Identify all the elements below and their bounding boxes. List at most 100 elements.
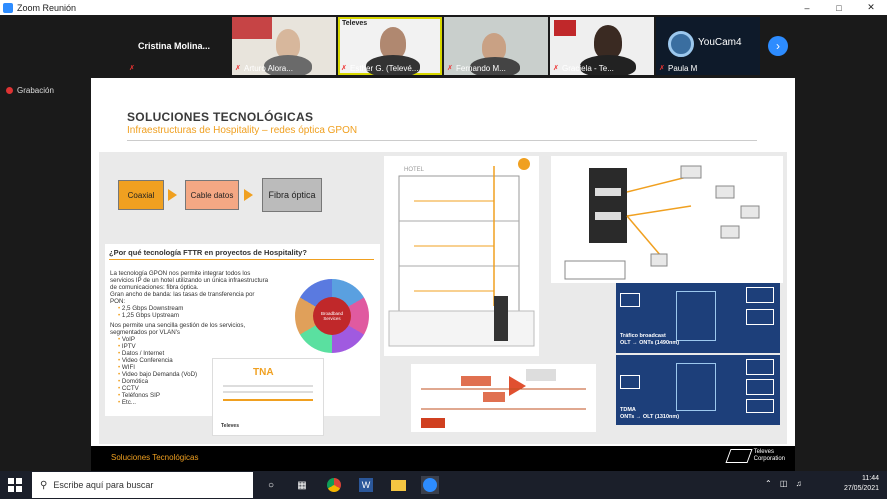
muted-mic-icon: ✗ <box>129 65 135 72</box>
divider <box>109 259 374 260</box>
flow-box-fibra: Fibra óptica <box>262 178 322 212</box>
window-titlebar: Zoom Reunión – □ ✕ <box>0 0 887 15</box>
onu-screen-icon <box>746 309 774 325</box>
participant-name: Cristina Molina... <box>138 41 211 51</box>
participant-tile[interactable]: ✗ Graciela - Te... <box>550 17 654 75</box>
splitter-box <box>676 291 716 341</box>
flow-box-coaxial: Coaxial <box>118 180 164 210</box>
cert-title: TNA <box>253 367 274 378</box>
participant-tile[interactable]: YouCam4 ✗ Paula M <box>656 17 760 75</box>
list-item: 2,5 Gbps Downstream <box>118 305 270 312</box>
youcam-logo: YouCam4 <box>698 37 742 48</box>
list-item: Datos / Internet <box>118 350 270 357</box>
cert-line <box>223 399 313 401</box>
cert-line <box>223 385 313 387</box>
slide-footer: Soluciones Tecnológicas Televes Corporat… <box>91 446 795 471</box>
zoom-taskbar-icon[interactable] <box>421 476 439 494</box>
window-controls: – □ ✕ <box>791 0 887 15</box>
next-page-arrow-icon[interactable]: › <box>768 36 788 56</box>
tdma-diagram-panel: TDMA ONTs → OLT (1310nm) <box>616 355 780 425</box>
list-item: VoIP <box>118 336 270 343</box>
arrow-right-icon <box>168 189 177 201</box>
record-dot-icon <box>6 87 13 94</box>
participant-name: Esther G. (Televé... <box>350 64 419 73</box>
panel-label: TDMA ONTs → OLT (1310nm) <box>620 407 680 420</box>
divider <box>127 140 757 141</box>
televes-mark-icon <box>725 449 753 463</box>
list-item: 1,25 Gbps Upstream <box>118 312 270 319</box>
participant-tile[interactable]: ✗ Arturo Alora... <box>232 17 336 75</box>
footer-brand: Televes Corporation <box>753 449 785 462</box>
televes-logo: Televes <box>342 20 368 27</box>
taskbar-clock[interactable]: 11:44 27/05/2021 <box>844 474 879 494</box>
clock-time: 11:44 <box>862 475 879 482</box>
olt-box <box>620 375 640 389</box>
broadcast-diagram-panel: Tráfico broadcast OLT → ONTs (1490nm) <box>616 283 780 353</box>
building-svg: HOTEL <box>388 158 535 347</box>
hotel-building-diagram: HOTEL <box>384 156 539 356</box>
maximize-button[interactable]: □ <box>823 0 855 15</box>
wheel-center: Broadband Services <box>313 297 351 335</box>
svg-text:HOTEL: HOTEL <box>404 167 425 173</box>
person-face <box>594 25 622 59</box>
windows-start-icon[interactable] <box>8 478 22 492</box>
panel-label: Tráfico broadcast OLT → ONTs (1490nm) <box>620 333 680 346</box>
participant-name: Paula M <box>668 64 698 73</box>
flow-box-cable: Cable datos <box>185 180 239 210</box>
chrome-icon[interactable] <box>325 476 343 494</box>
participant-tile-active[interactable]: Televes ✗ Esther G. (Televé... <box>338 17 442 75</box>
minimize-button[interactable]: – <box>791 0 823 15</box>
close-button[interactable]: ✕ <box>855 0 887 15</box>
slide-title: SOLUCIONES TECNOLÓGICAS <box>127 110 314 124</box>
muted-mic-icon: ✗ <box>447 65 453 72</box>
taskbar-search[interactable]: ⚲ Escribe aquí para buscar <box>32 472 253 498</box>
participant-name: Fernando M... <box>456 64 506 73</box>
participant-tile[interactable]: ✗ Fernando M... <box>444 17 548 75</box>
participant-name: Graciela - Te... <box>562 64 614 73</box>
cert-brand: Televes <box>221 423 239 429</box>
cert-line <box>223 391 313 393</box>
onu-screen-icon <box>746 359 774 375</box>
clock-date: 27/05/2021 <box>843 485 879 492</box>
muted-mic-icon: ✗ <box>235 65 241 72</box>
splitter-box <box>676 363 716 411</box>
logo-banner <box>554 20 576 36</box>
why-title: ¿Por qué tecnología FTTR en proyectos de… <box>109 248 307 257</box>
search-icon: ⚲ <box>40 479 48 491</box>
file-explorer-icon[interactable] <box>389 476 407 494</box>
list-item: IPTV <box>118 343 270 350</box>
task-view-icon[interactable]: ○ <box>262 476 280 494</box>
muted-mic-icon: ✗ <box>553 65 559 72</box>
footer-text: Soluciones Tecnológicas <box>111 453 199 462</box>
network-svg <box>564 165 760 280</box>
system-tray-icons[interactable]: ⌃ ◫ ♫ <box>765 479 805 488</box>
gpon-spectrum-diagram <box>411 364 596 432</box>
speed-list: 2,5 Gbps Downstream 1,25 Gbps Upstream <box>110 305 270 319</box>
olt-box <box>620 293 640 307</box>
onu-screen-icon <box>746 379 774 395</box>
network-diagram <box>551 156 783 283</box>
muted-mic-icon: ✗ <box>659 65 665 72</box>
gpon-svg <box>421 369 586 428</box>
webcam-icon <box>668 31 694 57</box>
onu-screen-icon <box>746 287 774 303</box>
taskbar-app-icon[interactable]: ▦ <box>293 476 311 494</box>
recording-label: Grabación <box>17 86 54 95</box>
onu-screen-icon <box>746 399 774 413</box>
participant-name: Arturo Alora... <box>244 64 293 73</box>
windows-taskbar: ⚲ Escribe aquí para buscar ○ ▦ W ⌃ ◫ ♫ 1… <box>0 471 887 499</box>
word-icon[interactable]: W <box>357 476 375 494</box>
televes-corporation-logo: Televes Corporation <box>725 449 785 463</box>
recording-indicator[interactable]: Grabación <box>6 86 54 95</box>
participant-strip: Cristina Molina... ✗ ✗ Arturo Alora... T… <box>0 15 887 77</box>
slide-subtitle: Infraestructuras de Hospitality – redes … <box>127 125 358 136</box>
arrow-right-icon <box>244 189 253 201</box>
logo-banner <box>232 17 272 39</box>
window-title: Zoom Reunión <box>17 2 77 13</box>
participant-tile[interactable]: Cristina Molina... ✗ <box>126 17 230 75</box>
why-bandwidth: Gran ancho de banda: las tasas de transf… <box>110 291 255 305</box>
why-intro: La tecnología GPON nos permite integrar … <box>110 270 269 291</box>
search-placeholder: Escribe aquí para buscar <box>53 480 154 490</box>
tna-certificate: TNA Televes <box>212 358 324 436</box>
zoom-app-icon <box>3 2 13 13</box>
